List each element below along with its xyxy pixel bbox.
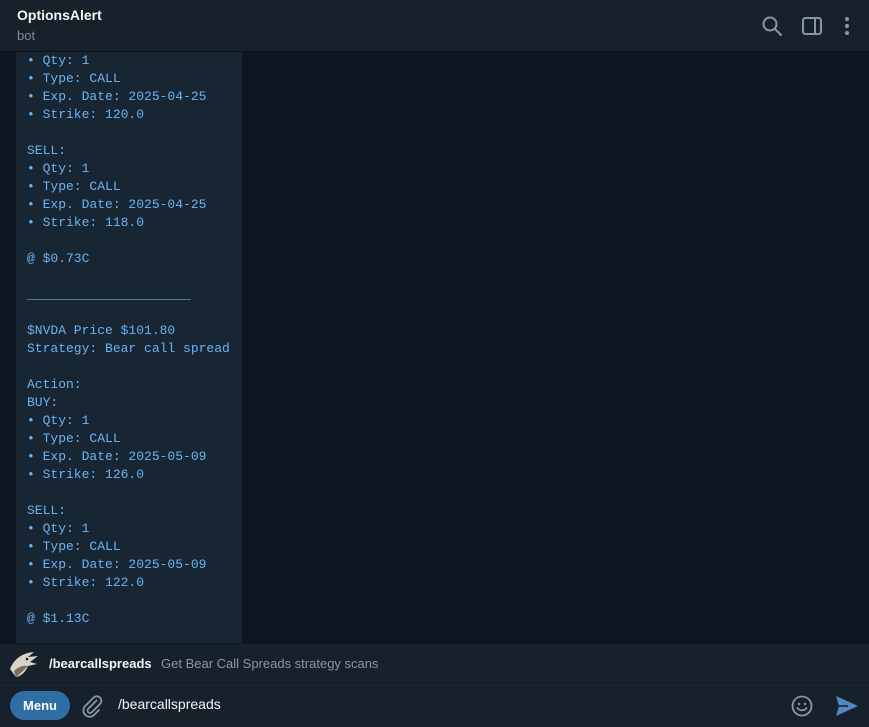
message-input[interactable]: /bearcallspreads	[118, 696, 758, 716]
message-list[interactable]: • Qty: 1 • Type: CALL • Exp. Date: 2025-…	[0, 52, 869, 643]
command-suggestion[interactable]: /bearcallspreads Get Bear Call Spreads s…	[0, 643, 869, 683]
chat-subtitle: bot	[17, 28, 36, 43]
bot-avatar-icon	[10, 652, 38, 677]
emoji-icon[interactable]	[790, 694, 814, 718]
command-description: Get Bear Call Spreads strategy scans	[161, 656, 379, 671]
more-vertical-icon[interactable]	[835, 14, 859, 38]
chat-title[interactable]: OptionsAlert	[17, 7, 102, 23]
message-text: • Qty: 1 • Type: CALL • Exp. Date: 2025-…	[27, 53, 230, 626]
sidebar-toggle-icon[interactable]	[800, 14, 824, 38]
message-composer: Menu /bearcallspreads	[0, 683, 869, 727]
chat-header: OptionsAlert bot	[0, 0, 869, 52]
menu-button[interactable]: Menu	[10, 691, 70, 720]
search-icon[interactable]	[760, 14, 784, 38]
send-icon[interactable]	[834, 694, 860, 718]
command-name: /bearcallspreads	[49, 656, 152, 671]
paperclip-icon[interactable]	[80, 694, 104, 718]
